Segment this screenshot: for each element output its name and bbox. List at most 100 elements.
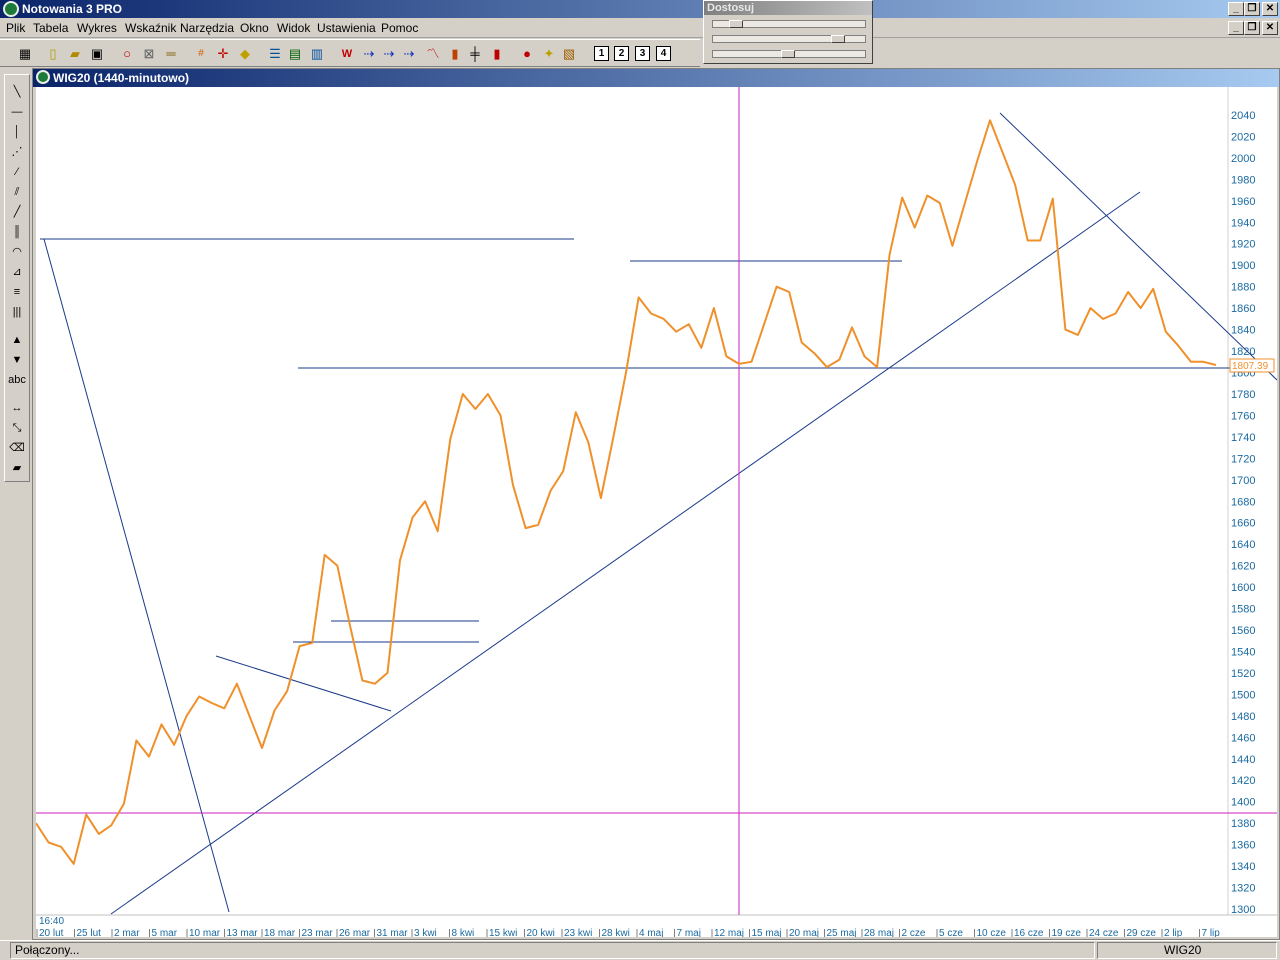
point-icon[interactable]: ◆	[236, 45, 254, 63]
trend-line	[110, 191, 1141, 915]
vertical-bars-icon[interactable]: ║	[7, 223, 27, 241]
adjust-slider-3[interactable]	[712, 50, 866, 58]
x-tick-label: 29 cze	[1127, 928, 1157, 937]
y-tick-label: 1720	[1231, 453, 1255, 465]
y-tick-label: 1380	[1231, 818, 1255, 830]
chart-area[interactable]: 1300 1320 1340 1360 1380 1400 1420 1440 1460 1480…	[36, 87, 1277, 937]
vertical-line-icon[interactable]: │	[7, 123, 27, 141]
x-tick-label: 2 mar	[114, 928, 140, 937]
layout-4-button[interactable]: 4	[656, 46, 671, 61]
y-tick-label: 1500	[1231, 689, 1255, 701]
app-title: Notowania 3 PRO	[22, 2, 123, 16]
adjust-slider-2[interactable]	[712, 35, 866, 43]
candle-icon[interactable]: ▮	[488, 45, 506, 63]
alert-icon[interactable]: ✦	[540, 45, 558, 63]
slash-icon[interactable]: ╱	[7, 203, 27, 221]
fibonacci-icon[interactable]: ≡	[7, 283, 27, 301]
status-bar: Połączony... WIG20	[0, 940, 1280, 960]
bar-chart-icon[interactable]: ▮	[446, 45, 464, 63]
text-tool-icon[interactable]: abc	[7, 371, 27, 389]
x-tick-label: 13 mar	[227, 928, 259, 937]
menu-narzedzia[interactable]: Narzędzia	[180, 21, 234, 35]
y-tick-label: 1660	[1231, 518, 1255, 530]
menu-okno[interactable]: Okno	[240, 21, 269, 35]
child-restore-icon[interactable]: ❐	[1244, 21, 1260, 35]
arcs-icon[interactable]: ◠	[7, 243, 27, 261]
table-icon[interactable]: ▥	[308, 45, 326, 63]
slider-thumb[interactable]	[831, 35, 845, 43]
close-icon[interactable]: ✕	[1262, 2, 1278, 16]
x-tick-label: 2 lip	[1164, 928, 1183, 937]
toolbar: ▦ ▯ ▰ ▣ ○ ⊠ ═ # ✛ ◆ ☰ ▤ ▥ W ⇢ ⇢ ⇢ 〽 ▮ ╪ …	[0, 39, 700, 67]
price-chart[interactable]: 1300 1320 1340 1360 1380 1400 1420 1440 1460 1480…	[36, 87, 1277, 937]
new-file-icon[interactable]: ▯	[44, 45, 62, 63]
cursor-icon[interactable]: ✛	[214, 45, 232, 63]
menu-widok[interactable]: Widok	[277, 21, 310, 35]
horizontal-line-icon[interactable]: —	[7, 103, 27, 121]
diagonal-line-icon[interactable]: ╲	[7, 83, 27, 101]
status-symbol: WIG20	[1097, 942, 1277, 959]
line-chart-icon[interactable]: 〽	[424, 45, 442, 63]
eraser-all-icon[interactable]: ▰	[7, 459, 27, 477]
horizontal-arrow-icon[interactable]: ↔	[7, 399, 27, 417]
grid-icon[interactable]: ▦	[16, 45, 34, 63]
eraser-icon[interactable]: ⌫	[7, 439, 27, 457]
wl-icon[interactable]: W	[338, 45, 356, 63]
minimize-icon[interactable]: _	[1228, 2, 1244, 16]
signal-icon[interactable]: ●	[518, 45, 536, 63]
y-tick-label: 1520	[1231, 668, 1255, 680]
menu-ustawienia[interactable]: Ustawienia	[317, 21, 376, 35]
menu-tabela[interactable]: Tabela	[33, 21, 68, 35]
gann-fan-icon[interactable]: ⊿	[7, 263, 27, 281]
y-tick-label: 1480	[1231, 711, 1255, 723]
resize-icon[interactable]: ⤡	[7, 419, 27, 437]
arrow-up-icon[interactable]: ▲	[7, 331, 27, 349]
ruler-icon[interactable]: ═	[162, 45, 180, 63]
x-tick-label: 24 cze	[1089, 928, 1119, 937]
colors-icon[interactable]: ▤	[286, 45, 304, 63]
arrow-down-icon[interactable]: ▼	[7, 351, 27, 369]
child-minimize-icon[interactable]: _	[1228, 21, 1244, 35]
dashed-lines-icon[interactable]: ⁄	[7, 163, 27, 181]
find-icon[interactable]: ▧	[560, 45, 578, 63]
slider-thumb[interactable]	[781, 50, 795, 58]
layout-3-button[interactable]: 3	[635, 46, 650, 61]
arrow-icon[interactable]: ⇢	[400, 45, 418, 63]
y-tick-label: 1940	[1231, 217, 1255, 229]
chart-window-title-bar[interactable]: WIG20 (1440-minutowo)	[33, 69, 1279, 87]
chart-window-icon	[36, 70, 50, 84]
menu-pomoc[interactable]: Pomoc	[381, 21, 418, 35]
x-tick-label: 15 maj	[752, 928, 782, 937]
x-tick-label: 10 mar	[189, 928, 221, 937]
y-tick-label: 1680	[1231, 496, 1255, 508]
app-title-bar[interactable]: Notowania 3 PRO _ ❐ ✕	[0, 0, 1280, 18]
layout-2-button[interactable]: 2	[614, 46, 629, 61]
adjust-panel-title[interactable]: Dostosuj	[704, 1, 872, 15]
menu-wykres[interactable]: Wykres	[77, 21, 117, 35]
arrow-icon[interactable]: ⇢	[380, 45, 398, 63]
child-close-icon[interactable]: ✕	[1262, 21, 1278, 35]
open-folder-icon[interactable]: ▰	[66, 45, 84, 63]
restore-icon[interactable]: ❐	[1244, 2, 1260, 16]
list-icon[interactable]: ☰	[266, 45, 284, 63]
fan-lines-icon[interactable]: ⫽	[7, 183, 27, 201]
save-icon[interactable]: ▣	[88, 45, 106, 63]
parallel-lines-icon[interactable]: ⋰	[7, 143, 27, 161]
time-zones-icon[interactable]: |||	[7, 303, 27, 321]
y-tick-label: 1580	[1231, 604, 1255, 616]
y-tick-label: 1760	[1231, 410, 1255, 422]
y-tick-label: 1860	[1231, 303, 1255, 315]
slider-thumb[interactable]	[729, 20, 743, 28]
adjust-slider-1[interactable]	[712, 20, 866, 28]
crosshair-icon[interactable]: ⊠	[140, 45, 158, 63]
ohlc-icon[interactable]: ╪	[466, 45, 484, 63]
menu-plik[interactable]: Plik	[6, 21, 25, 35]
arrow-icon[interactable]: ⇢	[360, 45, 378, 63]
x-tick-label: 28 maj	[864, 928, 894, 937]
menu-wskaznik[interactable]: Wskaźnik	[125, 21, 176, 35]
magnify-icon[interactable]: ○	[118, 45, 136, 63]
numbers-icon[interactable]: #	[192, 45, 210, 63]
layout-1-button[interactable]: 1	[594, 46, 609, 61]
x-tick-label: 31 mar	[377, 928, 409, 937]
y-tick-label: 1920	[1231, 239, 1255, 251]
